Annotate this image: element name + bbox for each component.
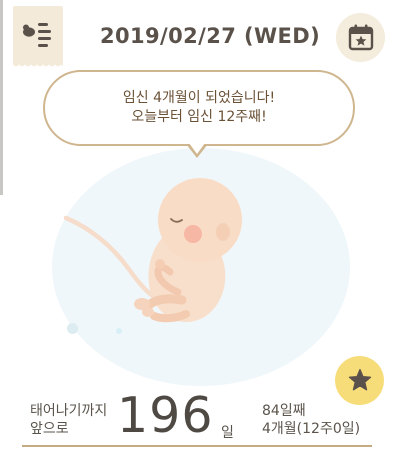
days-unit: 일 [221,425,234,441]
days-remaining: 196 [117,387,214,444]
bubble-dot [116,328,122,334]
star-icon [348,368,372,391]
countdown-label-line1: 태어나기까지 [30,403,108,419]
day-count: 84일째 [262,403,306,419]
divider [22,445,372,447]
speech-bubble: 임신 4개월이 되었습니다! 오늘부터 임신 12주째! [43,70,355,146]
pregnancy-progress: 84일째 4개월(12주0일) [262,402,360,438]
bubble-message-line1: 임신 4개월이 되었습니다! [122,90,276,106]
bubble-dot [67,323,78,334]
favorite-button[interactable] [335,356,384,405]
countdown-label: 태어나기까지 앞으로 [30,402,107,438]
bubble-message-line2: 오늘부터 임신 12주째! [131,109,267,125]
month-week: 4개월(12주0일) [262,421,361,437]
speech-bubble-tail-fill [189,143,205,154]
countdown-label-line2: 앞으로 [30,421,69,437]
